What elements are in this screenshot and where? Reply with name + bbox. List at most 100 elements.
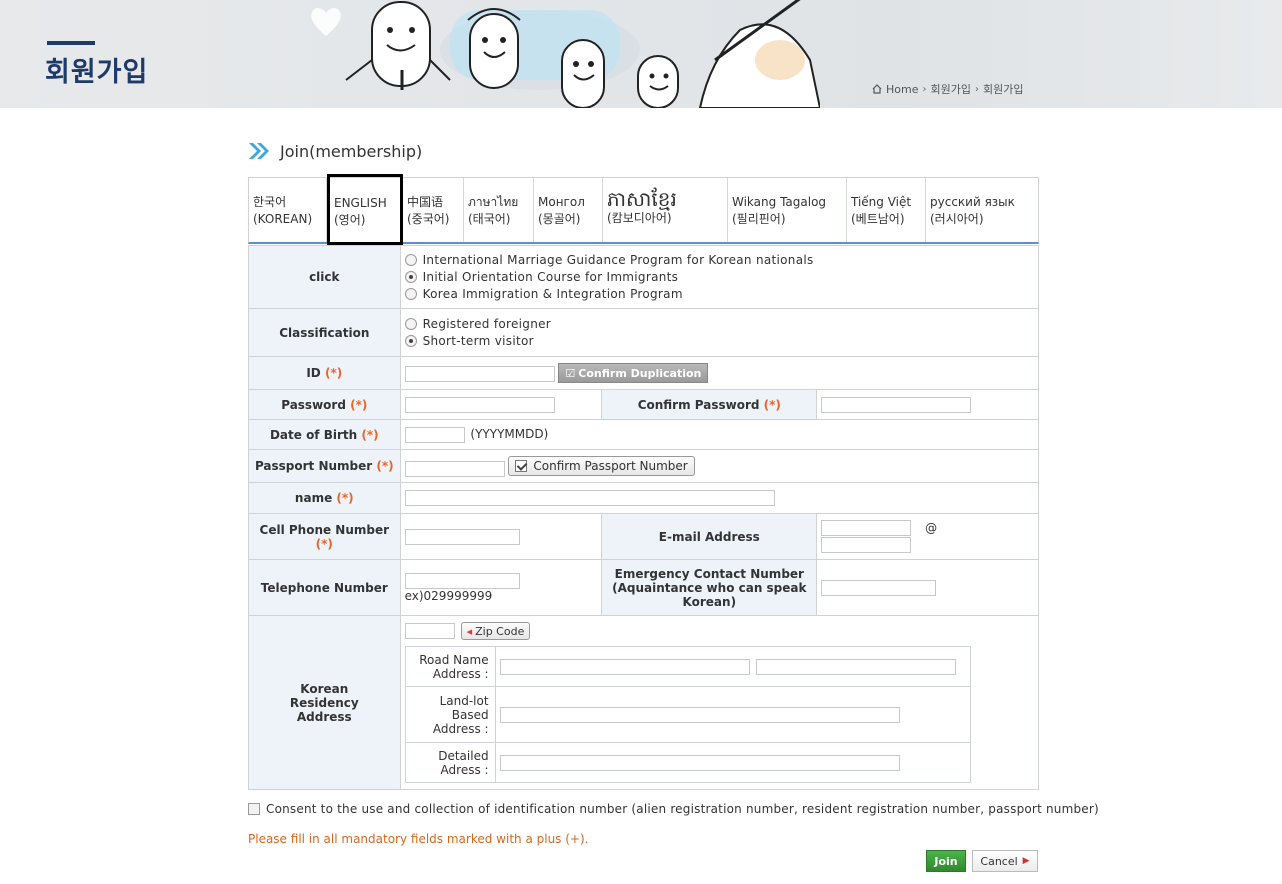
consent-row: Consent to the use and collection of ide… bbox=[248, 802, 1099, 816]
tab-sublabel: (러시아어) bbox=[930, 212, 984, 226]
zip-code-input[interactable] bbox=[404, 623, 455, 639]
road-address-input-2[interactable] bbox=[756, 658, 957, 675]
radio-button[interactable] bbox=[404, 254, 417, 266]
label-text: ID bbox=[306, 366, 321, 380]
radio-button[interactable] bbox=[404, 318, 417, 330]
dob-row: Date of Birth (*) (YYYYMMDD) bbox=[248, 419, 1040, 450]
tab-label: русский язык bbox=[930, 195, 1015, 209]
password-input[interactable] bbox=[404, 396, 555, 413]
required-mark: (*) bbox=[376, 459, 394, 473]
button-label: Confirm Passport Number bbox=[533, 458, 688, 473]
radio-button[interactable] bbox=[404, 288, 417, 300]
detailed-address-label: Detailed Adress : bbox=[404, 742, 496, 783]
tab-vietnamese[interactable]: Tiếng Việt (베트남어) bbox=[847, 178, 926, 242]
program-option[interactable]: Korea Immigration & Integration Program bbox=[404, 286, 1034, 303]
landlot-address-cell bbox=[494, 686, 971, 743]
emergency-label: Emergency Contact Number (Aquaintance wh… bbox=[601, 559, 818, 616]
classification-label: Classification bbox=[248, 308, 401, 357]
label-text: Confirm Password bbox=[637, 397, 760, 412]
tab-filipino[interactable]: Wikang Tagalog (필리핀어) bbox=[728, 178, 847, 242]
passport-input[interactable] bbox=[404, 460, 505, 477]
name-input[interactable] bbox=[404, 490, 775, 506]
landlot-address-input[interactable] bbox=[499, 706, 900, 723]
telephone-cell: ex)029999999 bbox=[399, 559, 603, 616]
label-text: name bbox=[294, 491, 333, 505]
landlot-address-row: Land-lot Based Address : bbox=[404, 686, 971, 743]
classification-row: Classification Registered foreigner Shor… bbox=[248, 308, 1040, 357]
tab-chinese[interactable]: 中国语 (중국어) bbox=[403, 178, 464, 242]
tab-sublabel: (필리핀어) bbox=[732, 212, 786, 226]
join-button[interactable]: Join bbox=[926, 850, 966, 872]
breadcrumb-home[interactable]: Home bbox=[886, 83, 918, 96]
required-mark: (*) bbox=[324, 366, 343, 380]
required-mark: (*) bbox=[763, 397, 781, 412]
button-label: Cancel bbox=[980, 854, 1018, 868]
detailed-address-input[interactable] bbox=[499, 754, 900, 771]
name-cell bbox=[399, 482, 1040, 514]
tab-label: Wikang Tagalog bbox=[732, 195, 827, 209]
cell-phone-input[interactable] bbox=[404, 528, 520, 545]
email-user-input[interactable] bbox=[821, 520, 912, 536]
road-address-input-1[interactable] bbox=[499, 658, 750, 675]
program-option[interactable]: International Marriage Guidance Program … bbox=[404, 252, 1034, 269]
classification-option[interactable]: Short-term visitor bbox=[404, 333, 1034, 350]
tab-sublabel: (KOREAN) bbox=[253, 212, 313, 226]
tab-english[interactable]: ENGLISH (영어) bbox=[327, 174, 403, 245]
family-illustration bbox=[345, 0, 820, 108]
dob-input[interactable] bbox=[404, 426, 465, 443]
radio-button[interactable] bbox=[404, 271, 417, 283]
confirm-passport-button[interactable]: Confirm Passport Number bbox=[508, 455, 695, 476]
classification-options: Registered foreigner Short-term visitor bbox=[399, 308, 1040, 357]
id-input[interactable] bbox=[404, 365, 555, 382]
emergency-input[interactable] bbox=[821, 579, 937, 596]
confirm-password-label: Confirm Password (*) bbox=[601, 389, 818, 420]
classification-option[interactable]: Registered foreigner bbox=[404, 316, 1034, 333]
tab-label: 한국어 bbox=[253, 195, 287, 209]
cell-phone-label: Cell Phone Number (*) bbox=[248, 513, 401, 560]
id-label: ID (*) bbox=[248, 356, 401, 390]
program-option[interactable]: Initial Orientation Course for Immigrant… bbox=[404, 269, 1034, 286]
confirm-duplication-button[interactable]: ☑ Confirm Duplication bbox=[558, 363, 709, 383]
telephone-hint: ex)029999999 bbox=[404, 588, 493, 603]
consent-checkbox[interactable] bbox=[248, 803, 260, 815]
confirm-password-input[interactable] bbox=[821, 396, 972, 413]
dob-hint: (YYYYMMDD) bbox=[470, 426, 549, 441]
tab-korean[interactable]: 한국어 (KOREAN) bbox=[249, 178, 327, 242]
tab-thai[interactable]: ภาษาไทย (태국어) bbox=[464, 178, 534, 242]
email-domain-input[interactable] bbox=[821, 537, 912, 553]
email-cell: @ bbox=[816, 513, 1039, 560]
tab-label: 中国语 bbox=[407, 195, 444, 209]
chevron-right-icon: › bbox=[922, 83, 927, 95]
telephone-row: Telephone Number ex)029999999 Emergency … bbox=[248, 559, 1039, 616]
option-label: International Marriage Guidance Program … bbox=[422, 253, 814, 267]
cancel-button[interactable]: Cancel ▶ bbox=[972, 850, 1038, 872]
road-address-label: Road Name Address : bbox=[404, 646, 496, 687]
zip-code-button[interactable]: ◂ Zip Code bbox=[460, 622, 531, 640]
dob-cell: (YYYYMMDD) bbox=[399, 419, 1040, 450]
tab-sublabel: (영어) bbox=[334, 213, 366, 227]
tab-label: Монгол bbox=[538, 195, 585, 209]
passport-row: Passport Number (*) Confirm Passport Num… bbox=[248, 449, 1040, 483]
breadcrumb-level-1[interactable]: 회원가입 bbox=[930, 81, 970, 97]
tab-sublabel: (중국어) bbox=[407, 212, 450, 226]
landlot-address-label: Land-lot Based Address : bbox=[404, 686, 496, 743]
address-label: Korean Residency Address bbox=[248, 615, 401, 790]
tab-russian[interactable]: русский язык (러시아어) bbox=[926, 178, 1038, 242]
mandatory-notice: Please fill in all mandatory fields mark… bbox=[248, 832, 589, 846]
program-options: International Marriage Guidance Program … bbox=[399, 245, 1040, 309]
at-sign: @ bbox=[925, 521, 938, 535]
required-mark: (*) bbox=[315, 536, 333, 551]
breadcrumb-level-2: 회원가입 bbox=[982, 83, 1024, 96]
tab-mongolian[interactable]: Монгол (몽골어) bbox=[534, 178, 603, 242]
tab-sublabel: (몽골어) bbox=[538, 212, 581, 226]
telephone-input[interactable] bbox=[404, 572, 520, 589]
breadcrumb: Home › 회원가입 › 회원가입 bbox=[872, 81, 1023, 97]
dob-label: Date of Birth (*) bbox=[248, 419, 401, 450]
title-underline bbox=[47, 41, 95, 45]
label-text: Cell Phone Number bbox=[259, 522, 390, 537]
tab-cambodian[interactable]: ភាសាខ្មែរ (캄보디아어) bbox=[603, 178, 728, 242]
radio-button[interactable] bbox=[404, 335, 417, 347]
tab-label: ភាសាខ្មែរ bbox=[607, 187, 677, 211]
tab-sublabel: (베트남어) bbox=[851, 212, 905, 226]
home-icon[interactable] bbox=[872, 84, 882, 94]
